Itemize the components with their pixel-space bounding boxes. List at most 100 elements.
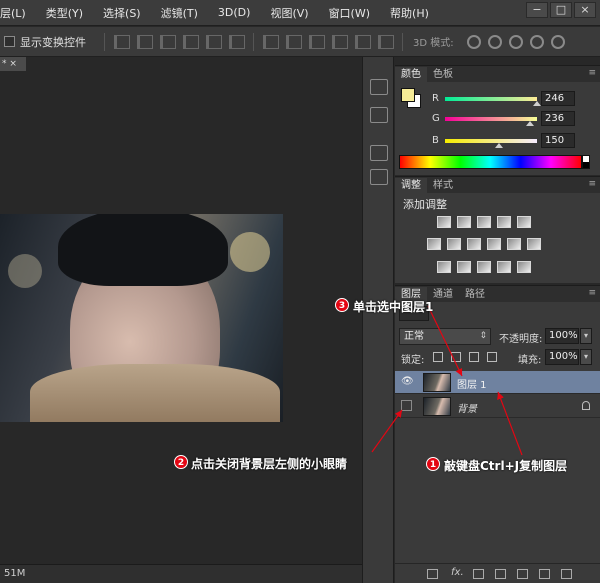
visibility-toggle-off[interactable] [401,400,412,411]
panel-menu-icon[interactable]: ≡ [588,68,596,78]
threshold-icon[interactable] [477,261,491,273]
red-track[interactable] [445,97,537,101]
lock-image-icon[interactable] [451,352,461,362]
options-bar: 显示变换控件 3D 模式: [0,27,600,57]
fill-dropdown[interactable]: ▾ [580,349,592,365]
tab-color[interactable]: 颜色 [395,67,427,82]
align-bottom-icon[interactable] [160,34,176,49]
hue-saturation-icon[interactable] [427,238,441,250]
paragraph-icon[interactable] [370,169,388,185]
fill-field[interactable]: 100% [545,349,579,365]
lock-all-icon[interactable] [487,352,497,362]
align-hcenter-icon[interactable] [206,34,222,49]
slider-green: G 236 [425,111,597,127]
menu-filter[interactable]: 滤镜(T) [161,5,198,21]
green-thumb[interactable] [526,121,534,126]
distribute-bottom-icon[interactable] [309,34,325,49]
close-button[interactable]: × [574,2,596,18]
maximize-button[interactable]: □ [550,2,572,18]
selective-color-icon[interactable] [497,261,511,273]
layer-row-background[interactable]: 背景 [395,395,600,418]
align-vcenter-icon[interactable] [137,34,153,49]
red-value-field[interactable]: 246 [541,91,575,106]
pan-3d-icon[interactable] [508,34,523,49]
foreground-color-swatch[interactable] [401,88,415,102]
distribute-hcenter-icon[interactable] [355,34,371,49]
posterize-icon[interactable] [457,261,471,273]
red-thumb[interactable] [533,101,541,106]
layer-row-1[interactable]: 👁 图层 1 [395,371,600,394]
show-transform-label: 显示变换控件 [20,35,86,49]
scale-3d-icon[interactable] [550,34,565,49]
black-white-ramp[interactable] [582,155,590,169]
blend-mode-select[interactable]: 正常 [399,328,491,345]
levels-icon[interactable] [457,216,471,228]
link-layers-icon[interactable] [427,569,438,579]
new-group-icon[interactable] [517,569,528,579]
slide-3d-icon[interactable] [529,34,544,49]
properties-icon[interactable] [370,107,388,123]
opacity-field[interactable]: 100% [545,328,579,344]
new-layer-icon[interactable] [539,569,550,579]
menu-type[interactable]: 类型(Y) [46,5,83,21]
canvas-area[interactable] [0,71,362,564]
blue-track[interactable] [445,139,537,143]
color-spectrum-ramp[interactable] [399,155,582,169]
layer-style-icon[interactable]: fx. [451,567,464,578]
layer-name: 背景 [457,404,477,415]
color-lookup-icon[interactable] [527,238,541,250]
tab-adjustments[interactable]: 调整 [395,178,427,193]
lock-position-icon[interactable] [469,352,479,362]
tab-paths[interactable]: 路径 [459,287,491,302]
orbit-3d-icon[interactable] [466,34,481,49]
lock-transparent-icon[interactable] [433,352,443,362]
tab-swatches[interactable]: 色板 [427,67,459,82]
opacity-dropdown[interactable]: ▾ [580,328,592,344]
green-track[interactable] [445,117,537,121]
menu-help[interactable]: 帮助(H) [390,5,429,21]
minimize-button[interactable]: − [526,2,548,18]
blue-thumb[interactable] [495,143,503,148]
align-left-icon[interactable] [183,34,199,49]
tab-styles[interactable]: 样式 [427,178,459,193]
color-balance-icon[interactable] [447,238,461,250]
vibrance-icon[interactable] [517,216,531,228]
character-icon[interactable] [370,145,388,161]
document-tab[interactable]: * × [0,57,26,71]
new-adjustment-layer-icon[interactable] [495,569,506,579]
channel-label-r: R [432,93,439,104]
photo-filter-icon[interactable] [487,238,501,250]
distribute-vcenter-icon[interactable] [286,34,302,49]
distribute-right-icon[interactable] [378,34,394,49]
menu-view[interactable]: 视图(V) [270,5,308,21]
menu-window[interactable]: 窗口(W) [329,5,370,21]
gradient-map-icon[interactable] [517,261,531,273]
channel-mixer-icon[interactable] [507,238,521,250]
delete-layer-icon[interactable] [561,569,572,579]
layer-name: 图层 1 [457,380,487,391]
show-transform-checkbox[interactable] [4,36,15,47]
annotation-step-1: 敲键盘Ctrl+J复制图层 [444,459,568,473]
roll-3d-icon[interactable] [487,34,502,49]
panel-menu-icon[interactable]: ≡ [588,179,596,189]
eye-icon[interactable]: 👁 [401,377,414,387]
align-right-icon[interactable] [229,34,245,49]
menu-3d[interactable]: 3D(D) [218,6,251,19]
distribute-left-icon[interactable] [332,34,348,49]
brightness-icon[interactable] [437,216,451,228]
invert-icon[interactable] [437,261,451,273]
black-white-icon[interactable] [467,238,481,250]
curves-icon[interactable] [477,216,491,228]
menu-layer[interactable]: 层(L) [0,5,26,21]
menu-select[interactable]: 选择(S) [103,5,141,21]
window-controls: − □ × [526,2,596,18]
align-top-icon[interactable] [114,34,130,49]
distribute-top-icon[interactable] [263,34,279,49]
history-icon[interactable] [370,79,388,95]
green-value-field[interactable]: 236 [541,111,575,126]
blue-value-field[interactable]: 150 [541,133,575,148]
panel-menu-icon[interactable]: ≡ [588,288,596,298]
color-panel: 颜色 色板 ≡ R 246 G 236 B 150 [395,65,600,175]
add-mask-icon[interactable] [473,569,484,579]
exposure-icon[interactable] [497,216,511,228]
